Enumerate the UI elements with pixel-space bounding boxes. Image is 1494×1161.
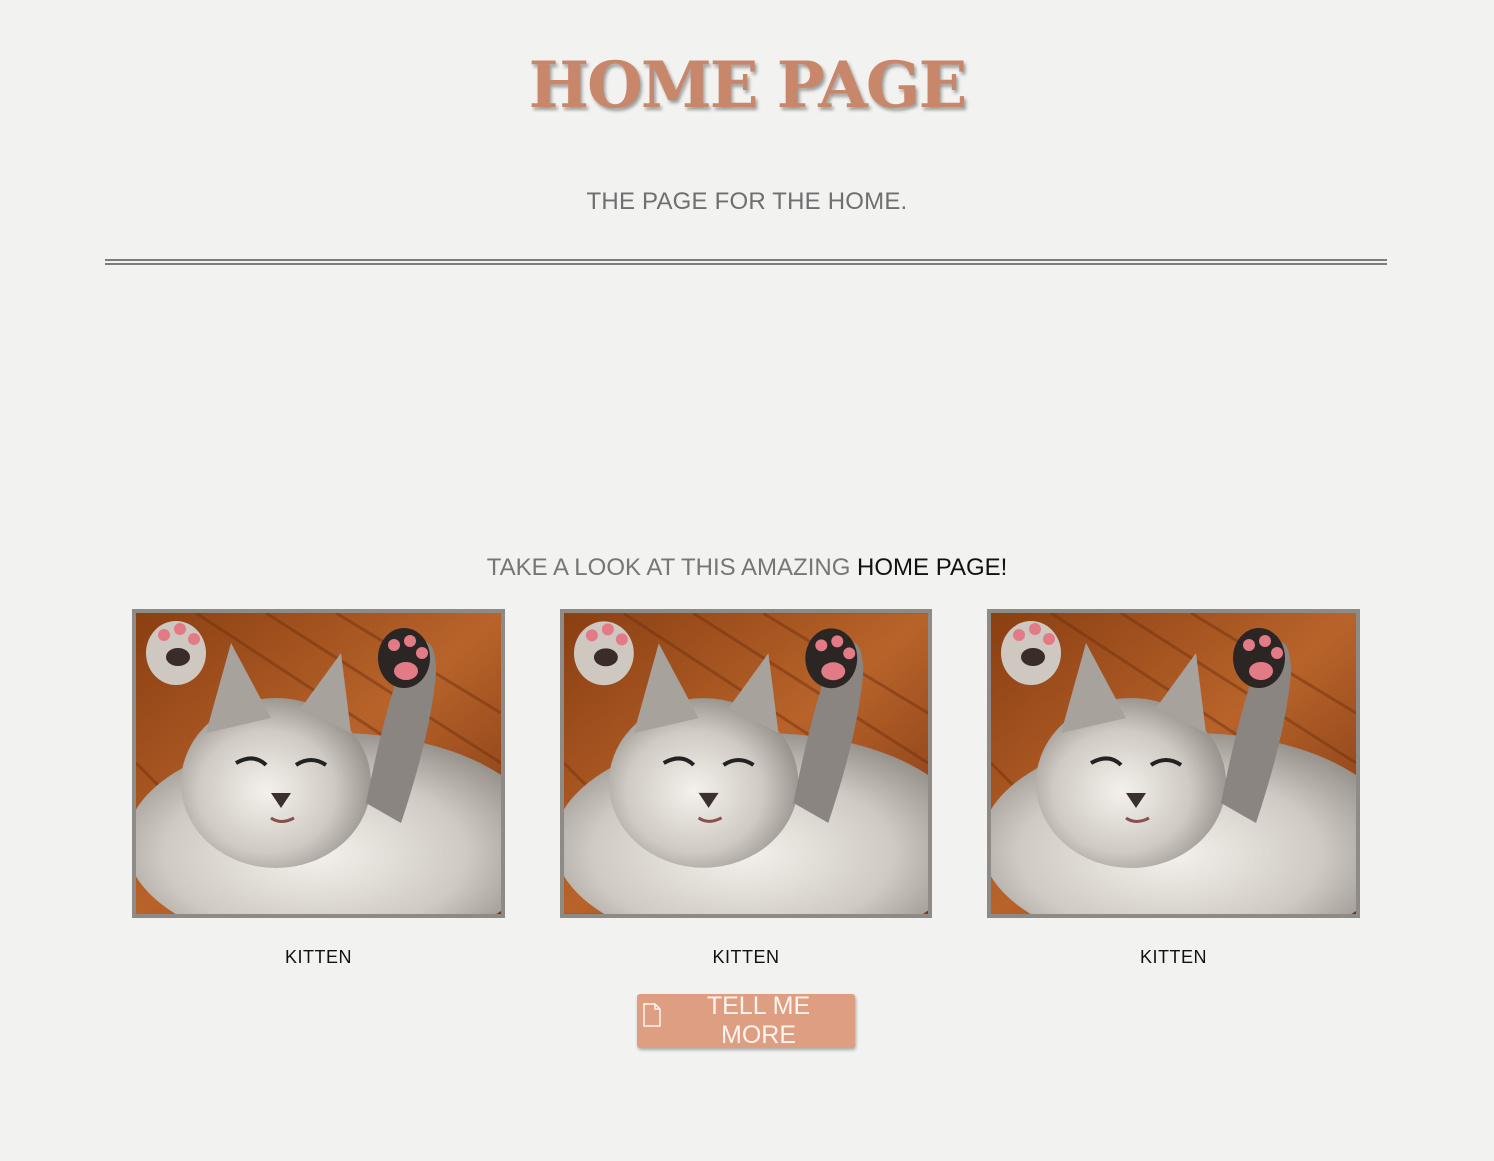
document-icon (643, 1002, 661, 1034)
page-title: HOME PAGE (528, 48, 968, 123)
tell-me-more-button[interactable]: TELL ME MORE (637, 992, 855, 1049)
intro-text-plain: TAKE A LOOK AT THIS AMAZING (486, 554, 858, 581)
gallery-caption: KITTEN (1139, 947, 1207, 967)
home-page: HOME PAGE THE PAGE FOR THE HOME. TAKE A … (0, 0, 1494, 1161)
gallery-item: KITTEN (987, 609, 1360, 967)
gallery-item: KITTEN (560, 609, 932, 967)
double-divider (105, 259, 1387, 265)
intro-text-highlight: HOME PAGE! (857, 554, 1008, 581)
page-subtitle: THE PAGE FOR THE HOME. (586, 188, 908, 215)
gallery-caption: KITTEN (284, 947, 352, 967)
tell-me-more-label: TELL ME MORE (706, 992, 811, 1049)
kitten-photo (132, 609, 505, 918)
gallery-item: KITTEN (132, 609, 505, 967)
intro-text: TAKE A LOOK AT THIS AMAZING HOME PAGE! (0, 552, 1494, 584)
kitten-photo (987, 609, 1360, 918)
kitten-photo (560, 609, 932, 918)
gallery-caption: KITTEN (712, 947, 780, 967)
